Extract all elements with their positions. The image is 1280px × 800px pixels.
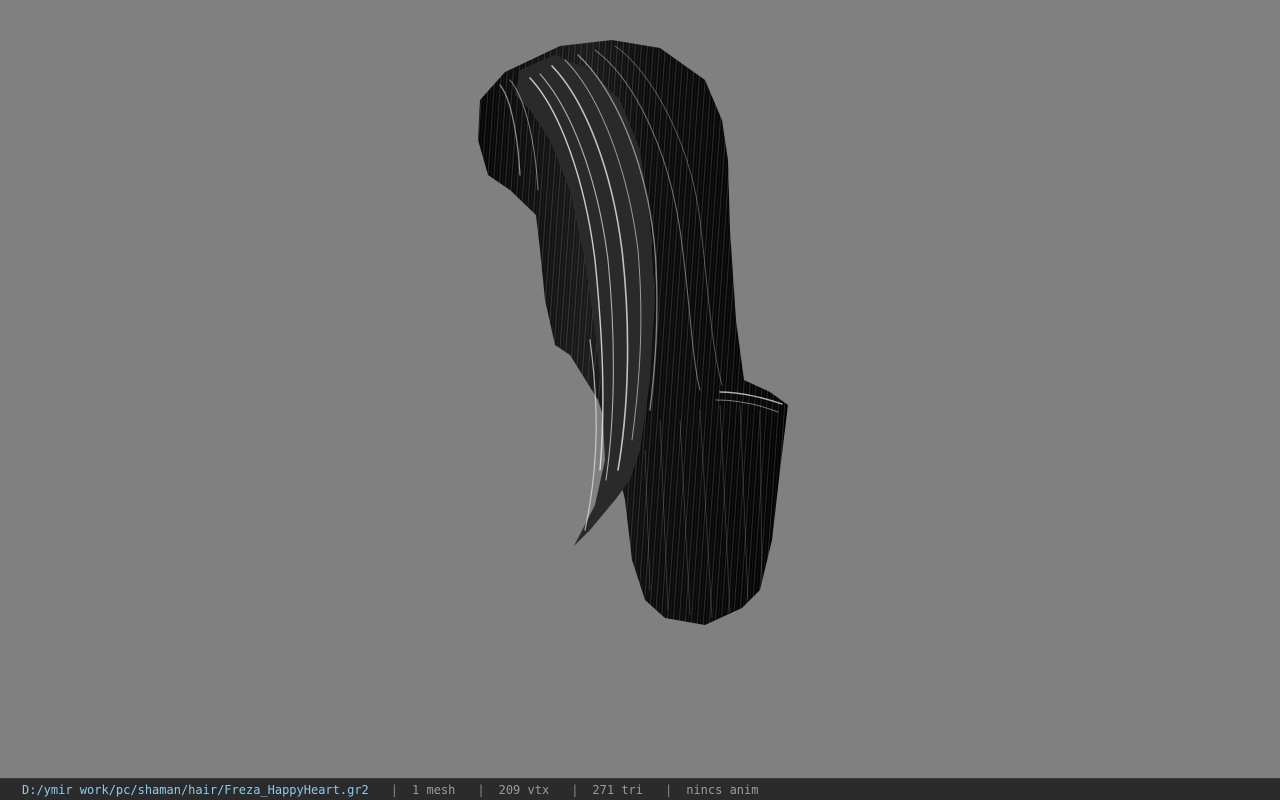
status-separator: |: [665, 782, 673, 797]
mesh-count: 1 mesh: [412, 782, 456, 797]
file-path: D:/ymir work/pc/shaman/hair/Freza_HappyH…: [22, 782, 369, 797]
vertex-count: 209 vtx: [498, 782, 550, 797]
animation-info: nincs anim: [686, 782, 759, 797]
status-separator: |: [571, 782, 579, 797]
status-separator: |: [390, 782, 399, 797]
hair-model[interactable]: [0, 0, 1280, 778]
status-separator: |: [477, 782, 485, 797]
triangle-count: 271 tri: [592, 782, 643, 797]
3d-viewport[interactable]: [0, 0, 1280, 778]
status-bar: D:/ymir work/pc/shaman/hair/Freza_HappyH…: [0, 778, 1280, 800]
